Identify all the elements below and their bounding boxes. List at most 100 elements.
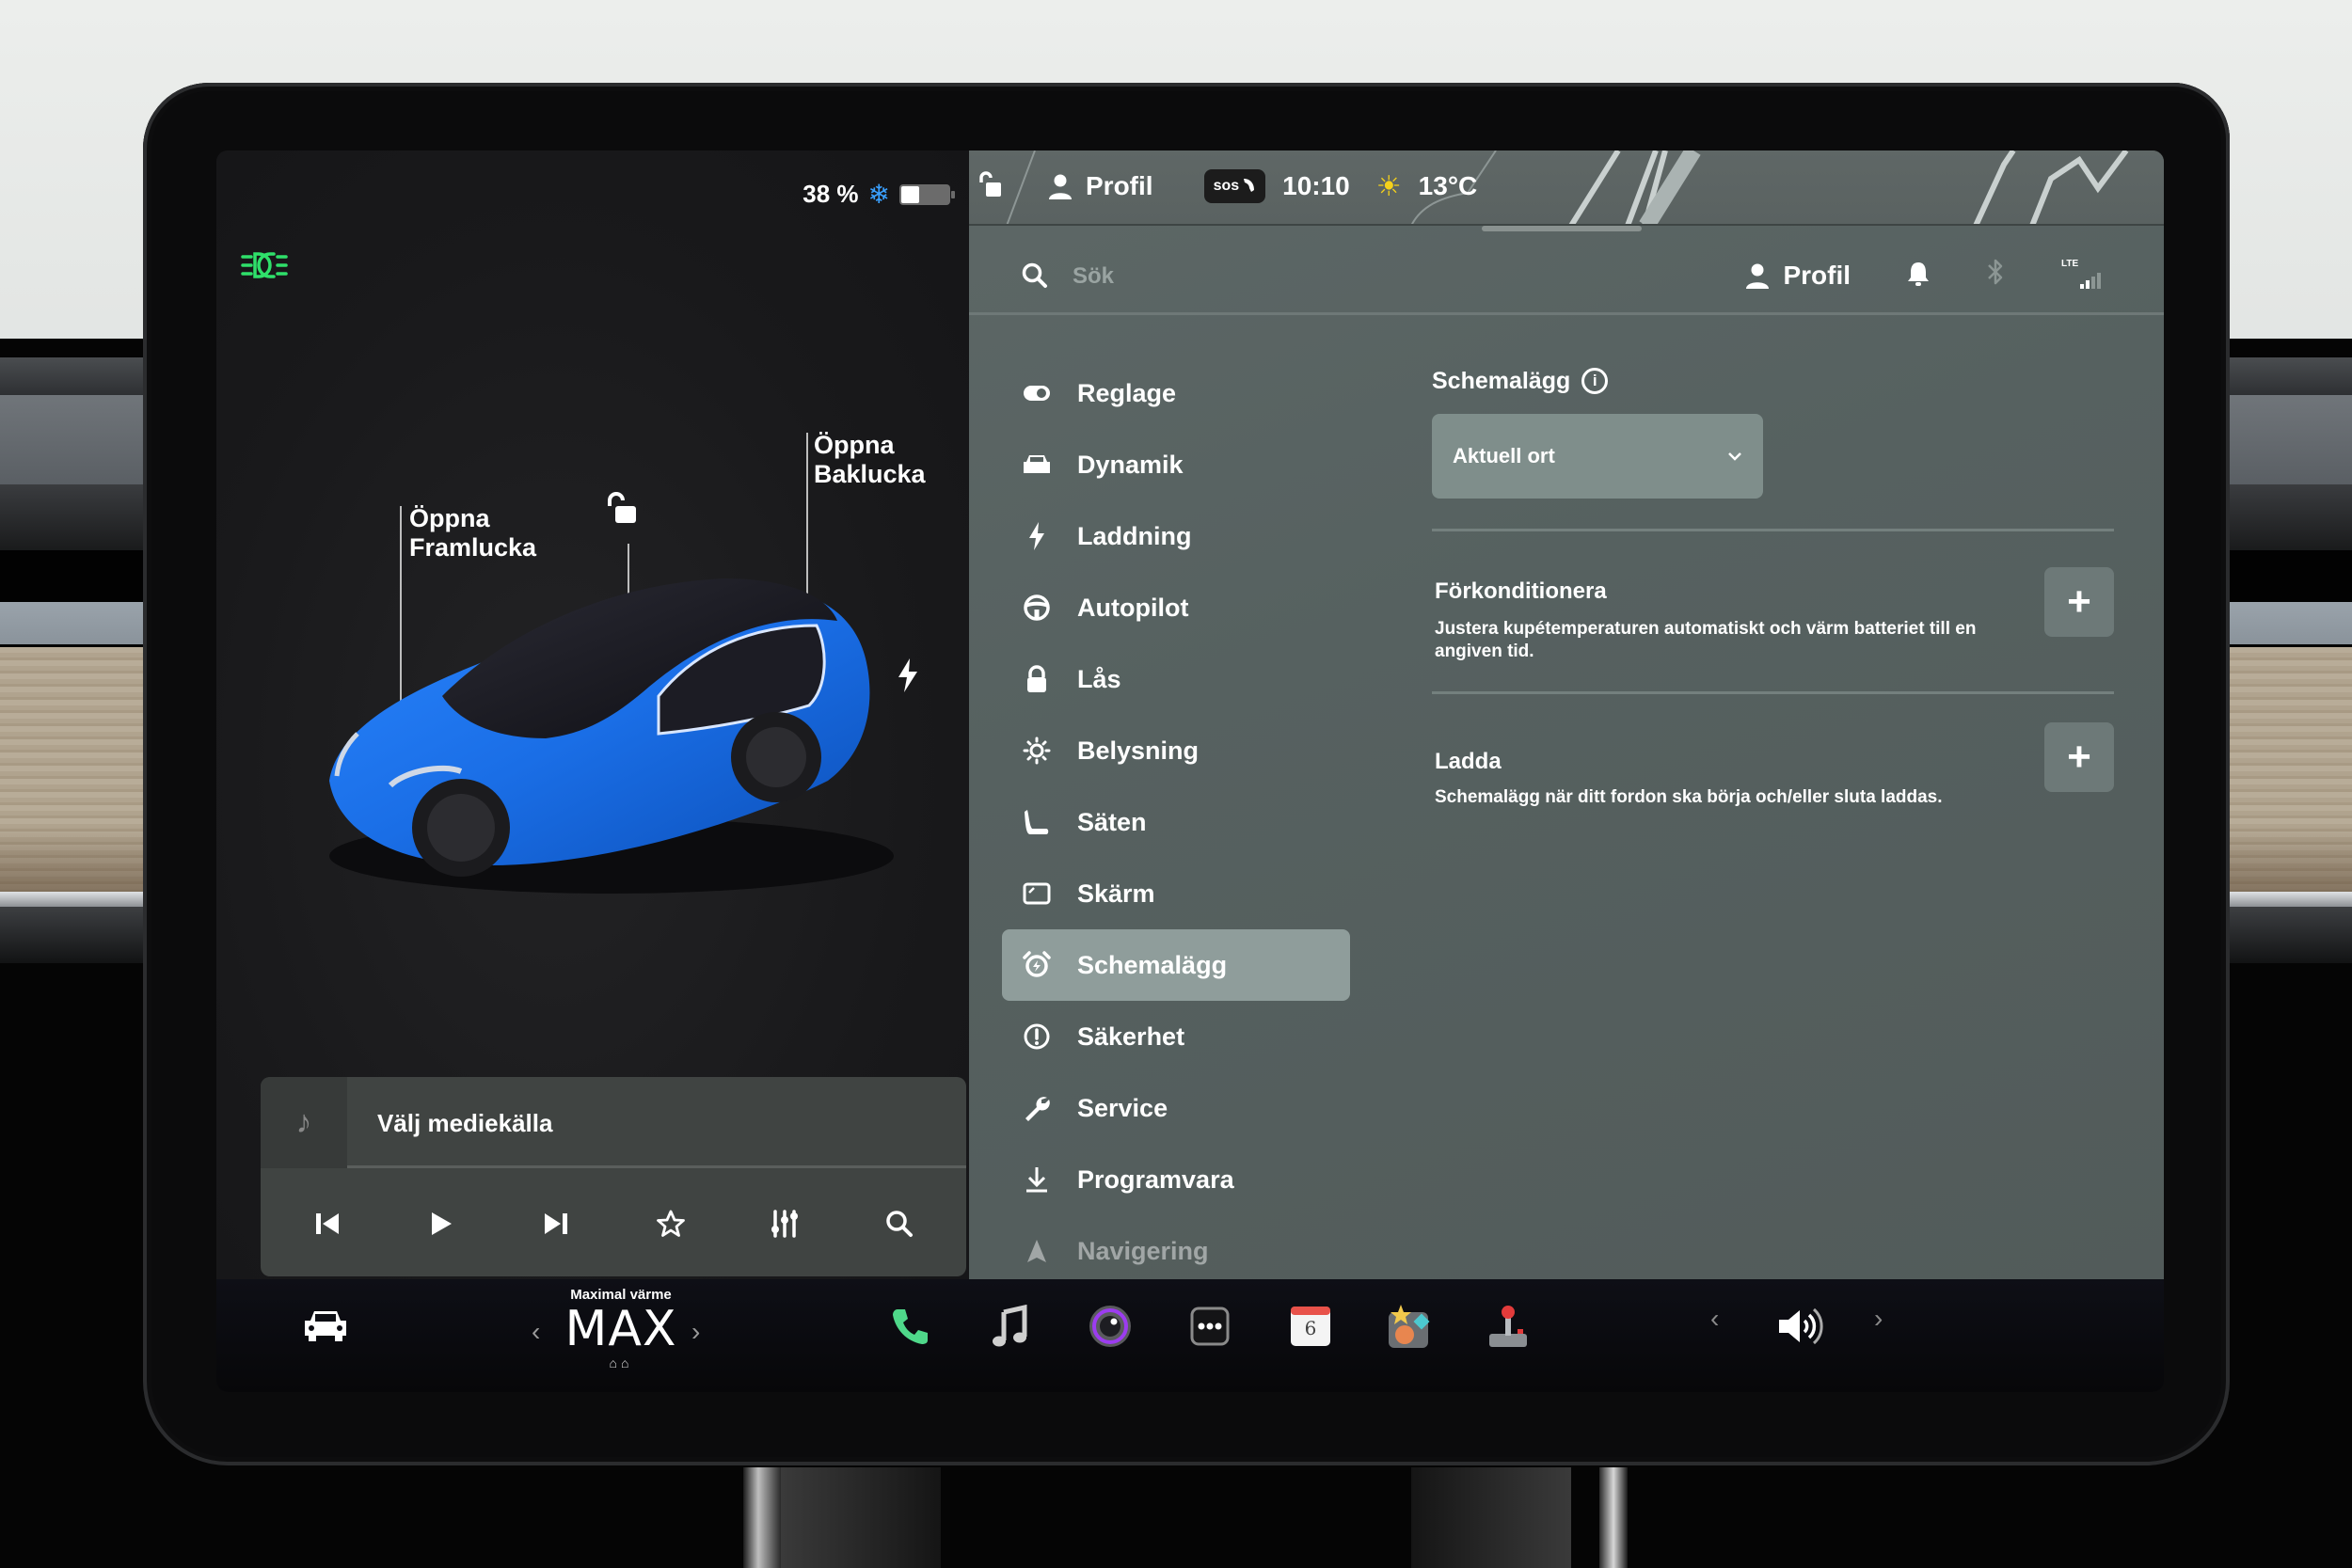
- screen-stand: [1599, 1467, 1628, 1568]
- sidebar-item-label: Säkerhet: [1077, 1022, 1185, 1051]
- arcade-app[interactable]: [1482, 1300, 1534, 1353]
- toggle-icon: [1021, 377, 1053, 409]
- search-icon: [1021, 261, 1049, 294]
- wrench-icon: [1021, 1092, 1053, 1124]
- sidebar-item-label: Service: [1077, 1093, 1168, 1122]
- steering-wheel-icon: [1021, 592, 1053, 624]
- media-controls: [261, 1171, 966, 1276]
- climate-increase-button[interactable]: ›: [691, 1317, 700, 1347]
- settings-header: Profil LTE: [969, 245, 2164, 315]
- calendar-app[interactable]: 6: [1284, 1300, 1337, 1353]
- sidebar-item-skarm[interactable]: Skärm: [1002, 858, 1350, 929]
- battery-percent: 38 %: [803, 180, 859, 208]
- screen-stand: [781, 1467, 941, 1568]
- person-icon: [1049, 174, 1072, 199]
- volume-button[interactable]: [1773, 1300, 1826, 1353]
- frunk-label-line1: Öppna: [409, 504, 490, 532]
- sidebar-item-label: Autopilot: [1077, 593, 1189, 622]
- lightning-icon: [1021, 520, 1053, 552]
- schedule-row-charge: Ladda Schemalägg när ditt fordon ska bör…: [1432, 694, 2114, 854]
- panel-drag-handle[interactable]: [1482, 226, 1642, 231]
- sidebar-item-navigering[interactable]: Navigering: [1002, 1215, 1350, 1287]
- car-panel: 38 % ❄ Öppna Framlucka Öppna Baklucka ♪ …: [216, 150, 969, 1279]
- alert-icon: [1021, 1021, 1053, 1053]
- media-source-bar[interactable]: ♪ Välj mediekälla: [261, 1077, 966, 1168]
- sidebar-item-saten[interactable]: Säten: [1002, 786, 1350, 858]
- location-dropdown-value: Aktuell ort: [1453, 444, 1555, 467]
- phone-app[interactable]: [884, 1300, 937, 1353]
- profile-button[interactable]: Profil: [1745, 261, 1851, 291]
- media-search-button[interactable]: [871, 1196, 928, 1252]
- map-background: Profil SOS 10:10 ☀ 13°C: [969, 150, 2164, 226]
- profile-label: Profil: [1783, 261, 1851, 290]
- add-charge-schedule-button[interactable]: +: [2044, 722, 2114, 792]
- schedule-content: Schemalägg i Aktuell ort Förkonditionera…: [1432, 357, 2114, 854]
- climate-value: MAX: [564, 1301, 677, 1357]
- sidebar-item-autopilot[interactable]: Autopilot: [1002, 572, 1350, 643]
- sidebar-item-dynamik[interactable]: Dynamik: [1002, 429, 1350, 500]
- content-title-text: Schemalägg: [1432, 367, 1571, 394]
- music-icon: [993, 1305, 1027, 1347]
- trunk-label-line1: Öppna: [814, 431, 895, 459]
- unlocked-icon[interactable]: [978, 169, 1003, 204]
- music-note-icon: ♪: [261, 1077, 347, 1168]
- sidebar-item-service[interactable]: Service: [1002, 1072, 1350, 1144]
- precondition-description: Justera kupétemperaturen automatiskt och…: [1435, 619, 1977, 661]
- lte-signal-icon: LTE: [2061, 259, 2103, 293]
- profile-status-button[interactable]: Profil: [1048, 171, 1153, 201]
- clock: 10:10: [1282, 171, 1350, 200]
- sidebar-item-sakerhet[interactable]: Säkerhet: [1002, 1001, 1350, 1072]
- more-icon: [1190, 1307, 1230, 1346]
- defrost-icons: ⌂⌂: [609, 1355, 633, 1370]
- phone-icon: [893, 1309, 928, 1344]
- snowflake-icon: ❄: [867, 180, 890, 209]
- sidebar-item-laddning[interactable]: Laddning: [1002, 500, 1350, 572]
- media-player: ♪ Välj mediekälla: [261, 1077, 966, 1276]
- bell-icon[interactable]: [1907, 261, 1930, 292]
- camera-app[interactable]: [1084, 1300, 1136, 1353]
- previous-track-button[interactable]: [299, 1196, 356, 1252]
- next-track-button[interactable]: [528, 1196, 584, 1252]
- lock-icon: [1021, 663, 1053, 695]
- car-controls-button[interactable]: [301, 1307, 350, 1350]
- sidebar-item-schemalagg[interactable]: Schemalägg: [1002, 929, 1350, 1001]
- car-icon: [1021, 449, 1053, 481]
- sidebar-item-belysning[interactable]: Belysning: [1002, 715, 1350, 786]
- sidebar-item-las[interactable]: Lås: [1002, 643, 1350, 715]
- unlocked-icon[interactable]: [604, 491, 638, 530]
- chevron-down-icon: [1728, 452, 1741, 461]
- bluetooth-icon[interactable]: [1986, 258, 2005, 293]
- lte-label: LTE: [2061, 259, 2079, 269]
- alarm-clock-icon: [1021, 949, 1053, 981]
- charge-description: Schemalägg när ditt fordon ska börja och…: [1435, 787, 1943, 807]
- volume-down-button[interactable]: ‹: [1710, 1304, 1719, 1334]
- add-precondition-button[interactable]: +: [2044, 567, 2114, 637]
- sos-button[interactable]: SOS: [1203, 169, 1266, 203]
- battery-level-fill: [901, 185, 919, 203]
- favorite-button[interactable]: [643, 1196, 699, 1252]
- settings-search-input[interactable]: [1073, 258, 1543, 295]
- precondition-title: Förkonditionera: [1435, 578, 1607, 604]
- open-trunk-button[interactable]: Öppna Baklucka: [814, 431, 926, 489]
- more-apps-button[interactable]: [1184, 1300, 1236, 1353]
- toybox-app[interactable]: [1383, 1300, 1436, 1353]
- volume-up-button[interactable]: ›: [1874, 1304, 1883, 1334]
- play-button[interactable]: [413, 1196, 469, 1252]
- info-icon[interactable]: i: [1581, 368, 1609, 394]
- camera-icon: [1089, 1306, 1131, 1347]
- climate-control[interactable]: Maximal värme MAX ⌂⌂: [527, 1287, 715, 1370]
- screen-stand: [743, 1467, 781, 1568]
- plus-icon: +: [2067, 578, 2091, 625]
- sidebar-item-programvara[interactable]: Programvara: [1002, 1144, 1350, 1215]
- trunk-label-line2: Baklucka: [814, 460, 926, 488]
- media-source-label: Välj mediekälla: [377, 1109, 553, 1137]
- sidebar-item-reglage[interactable]: Reglage: [1002, 357, 1350, 429]
- navigation-icon: [1021, 1235, 1053, 1267]
- sidebar-item-label: Dynamik: [1077, 450, 1184, 479]
- sidebar-item-label: Säten: [1077, 807, 1147, 836]
- equalizer-button[interactable]: [756, 1196, 813, 1252]
- location-dropdown[interactable]: Aktuell ort: [1432, 414, 1763, 499]
- music-app[interactable]: [983, 1300, 1036, 1353]
- phone-icon: [1244, 179, 1255, 192]
- battery-status[interactable]: 38 % ❄: [803, 179, 955, 210]
